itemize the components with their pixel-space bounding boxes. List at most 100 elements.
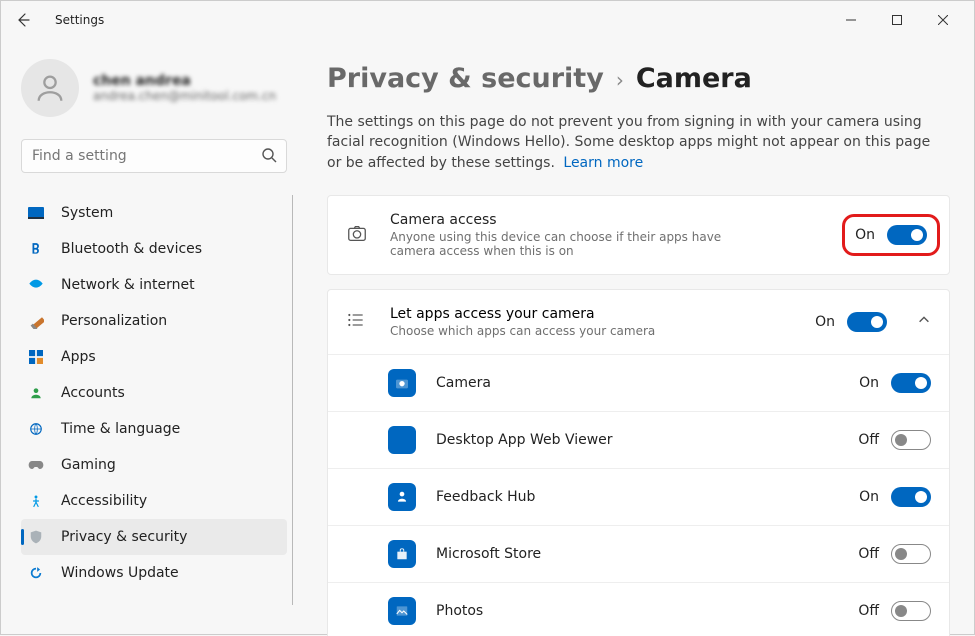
nav-icon xyxy=(27,207,45,219)
app-icon xyxy=(388,540,416,568)
camera-access-title: Camera access xyxy=(390,212,831,228)
app-icon xyxy=(388,426,416,454)
nav-icon xyxy=(27,278,45,292)
app-toggle[interactable] xyxy=(891,601,931,621)
app-row-feedback-hub: Feedback Hub On xyxy=(328,469,949,526)
sidebar-item-apps[interactable]: Apps xyxy=(21,339,287,375)
breadcrumb-current: Camera xyxy=(636,63,752,94)
sidebar-item-label: Accessibility xyxy=(61,493,147,509)
app-icon xyxy=(388,597,416,625)
search-input[interactable] xyxy=(21,139,287,173)
camera-access-state: On xyxy=(855,227,875,243)
sidebar: chen andrea andrea.chen@minitool.com.cn … xyxy=(1,39,301,636)
sidebar-item-windows-update[interactable]: Windows Update xyxy=(21,555,287,591)
close-button[interactable] xyxy=(920,4,966,36)
sidebar-item-personalization[interactable]: Personalization xyxy=(21,303,287,339)
app-toggle[interactable] xyxy=(891,373,931,393)
window-title: Settings xyxy=(55,13,104,27)
sidebar-item-privacy-security[interactable]: Privacy & security xyxy=(21,519,287,555)
sidebar-item-label: Time & language xyxy=(61,421,180,437)
apps-access-subtitle: Choose which apps can access your camera xyxy=(390,324,795,338)
nav-icon xyxy=(27,242,45,256)
app-toggle-state: Off xyxy=(858,432,879,448)
app-row-desktop-app-web-viewer: Desktop App Web Viewer Off xyxy=(328,412,949,469)
learn-more-link[interactable]: Learn more xyxy=(563,155,643,171)
breadcrumb-parent[interactable]: Privacy & security xyxy=(327,63,604,94)
apps-access-state: On xyxy=(815,314,835,330)
sidebar-item-system[interactable]: System xyxy=(21,195,287,231)
apps-access-title: Let apps access your camera xyxy=(390,306,795,322)
app-name: Microsoft Store xyxy=(436,546,838,562)
sidebar-item-network-internet[interactable]: Network & internet xyxy=(21,267,287,303)
nav-icon xyxy=(27,422,45,436)
sidebar-item-bluetooth-devices[interactable]: Bluetooth & devices xyxy=(21,231,287,267)
camera-access-toggle[interactable] xyxy=(887,225,927,245)
app-toggle-state: On xyxy=(859,375,879,391)
sidebar-item-label: Windows Update xyxy=(61,565,179,581)
camera-access-toggle-wrap: On xyxy=(851,223,931,247)
back-button[interactable] xyxy=(9,6,37,34)
app-toggle-state: Off xyxy=(858,603,879,619)
maximize-button[interactable] xyxy=(874,4,920,36)
apps-access-header[interactable]: Let apps access your camera Choose which… xyxy=(328,290,949,355)
page-description: The settings on this page do not prevent… xyxy=(327,112,937,173)
sidebar-item-gaming[interactable]: Gaming xyxy=(21,447,287,483)
sidebar-item-time-language[interactable]: Time & language xyxy=(21,411,287,447)
nav-icon xyxy=(27,350,45,364)
app-icon xyxy=(388,483,416,511)
app-row-photos: Photos Off xyxy=(328,583,949,636)
sidebar-item-accounts[interactable]: Accounts xyxy=(21,375,287,411)
app-row-microsoft-store: Microsoft Store Off xyxy=(328,526,949,583)
minimize-icon xyxy=(846,15,856,25)
search-icon xyxy=(261,147,277,167)
app-icon xyxy=(388,369,416,397)
breadcrumb: Privacy & security › Camera xyxy=(327,63,950,94)
sidebar-item-accessibility[interactable]: Accessibility xyxy=(21,483,287,519)
app-toggle[interactable] xyxy=(891,487,931,507)
nav-icon xyxy=(27,529,45,545)
camera-access-subtitle: Anyone using this device can choose if t… xyxy=(390,230,750,258)
arrow-left-icon xyxy=(15,12,31,28)
app-toggle[interactable] xyxy=(891,544,931,564)
app-name: Feedback Hub xyxy=(436,489,839,505)
camera-icon xyxy=(346,222,370,248)
sidebar-item-label: Network & internet xyxy=(61,277,195,293)
avatar xyxy=(21,59,79,117)
person-icon xyxy=(33,71,67,105)
nav-icon xyxy=(27,386,45,400)
main-content: Privacy & security › Camera The settings… xyxy=(301,39,974,636)
nav-icon xyxy=(27,459,45,471)
nav-icon xyxy=(27,566,45,580)
sidebar-item-label: Personalization xyxy=(61,313,167,329)
minimize-button[interactable] xyxy=(828,4,874,36)
app-name: Camera xyxy=(436,375,839,391)
apps-access-panel: Let apps access your camera Choose which… xyxy=(327,289,950,636)
app-name: Desktop App Web Viewer xyxy=(436,432,838,448)
app-row-camera: Camera On xyxy=(328,355,949,412)
sidebar-item-label: Accounts xyxy=(61,385,125,401)
list-icon xyxy=(346,310,370,334)
nav-icon xyxy=(27,494,45,508)
chevron-up-icon[interactable] xyxy=(917,312,931,331)
app-toggle[interactable] xyxy=(891,430,931,450)
user-email: andrea.chen@minitool.com.cn xyxy=(93,89,276,103)
apps-access-toggle[interactable] xyxy=(847,312,887,332)
maximize-icon xyxy=(892,15,902,25)
sidebar-item-label: Bluetooth & devices xyxy=(61,241,202,257)
app-name: Photos xyxy=(436,603,838,619)
sidebar-item-label: System xyxy=(61,205,113,221)
titlebar: Settings xyxy=(1,1,974,39)
sidebar-item-label: Gaming xyxy=(61,457,116,473)
close-icon xyxy=(938,15,948,25)
app-toggle-state: On xyxy=(859,489,879,505)
search-box xyxy=(21,139,287,173)
user-block[interactable]: chen andrea andrea.chen@minitool.com.cn xyxy=(21,59,287,117)
sidebar-item-label: Apps xyxy=(61,349,96,365)
app-toggle-state: Off xyxy=(858,546,879,562)
nav-icon xyxy=(27,313,45,329)
sidebar-item-label: Privacy & security xyxy=(61,529,187,545)
nav: System Bluetooth & devices Network & inter… xyxy=(21,195,287,591)
camera-access-card: Camera access Anyone using this device c… xyxy=(327,195,950,275)
chevron-right-icon: › xyxy=(616,68,624,92)
user-name: chen andrea xyxy=(93,73,276,89)
